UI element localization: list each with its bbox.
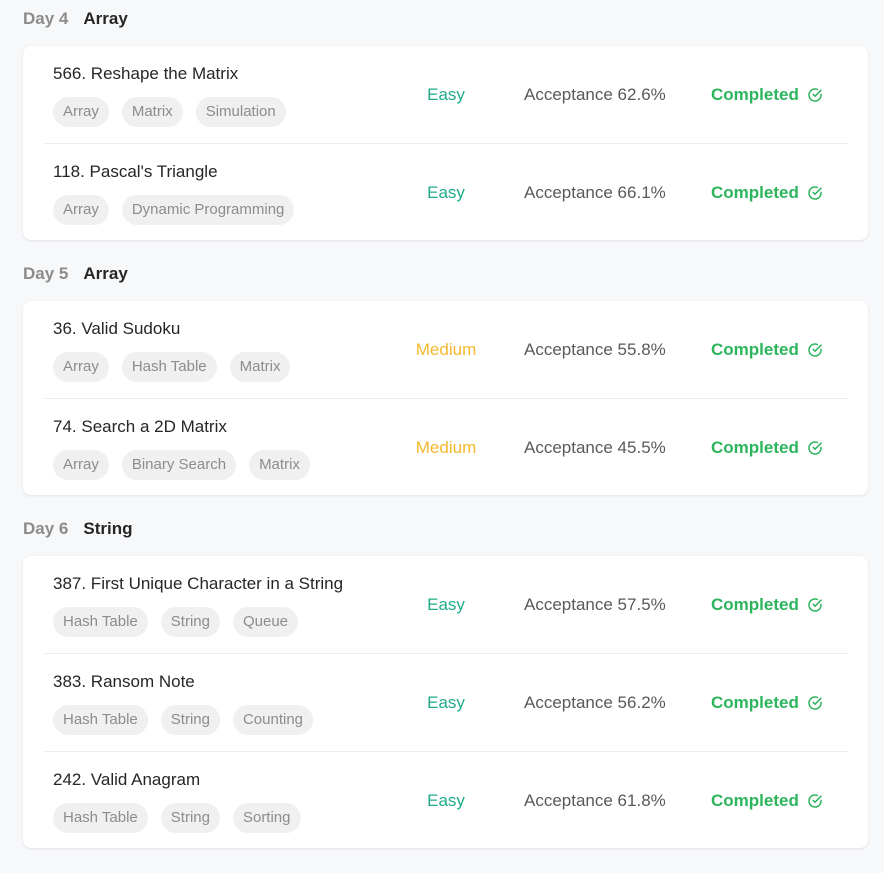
problem-card: 36. Valid Sudoku Array Hash Table Matrix Med… xyxy=(23,301,868,495)
day-topic: Array xyxy=(83,9,128,28)
tag-list: Array Dynamic Programming xyxy=(53,195,295,225)
problem-row[interactable]: 242. Valid Anagram Hash Table String Sortin… xyxy=(23,752,868,848)
difficulty-text: Easy xyxy=(427,693,465,712)
problem-card: 566. Reshape the Matrix Array Matrix Simula… xyxy=(23,46,868,240)
problem-title-link[interactable]: 566. Reshape the Matrix xyxy=(53,64,238,84)
difficulty-text: Medium xyxy=(415,340,477,359)
day-topic: Array xyxy=(83,264,128,283)
status-text: Completed xyxy=(711,791,799,810)
acceptance-rate: Acceptance 66.1% xyxy=(524,183,666,202)
topic-tag[interactable]: Dynamic Programming xyxy=(121,195,295,225)
problem-row[interactable]: 118. Pascal's Triangle Array Dynamic Progr… xyxy=(23,144,868,240)
problem-row[interactable]: 566. Reshape the Matrix Array Matrix Simula… xyxy=(23,46,868,144)
topic-tag[interactable]: Matrix xyxy=(229,352,291,382)
problem-row[interactable]: 383. Ransom Note Hash Table String Counting… xyxy=(23,654,868,752)
topic-tag[interactable]: Array xyxy=(53,195,109,225)
topic-tag[interactable]: Sorting xyxy=(232,803,301,833)
topic-tag[interactable]: Array xyxy=(53,450,109,480)
day-header: Day 4 Array xyxy=(23,8,128,30)
check-circle-icon xyxy=(807,597,823,613)
status-text: Completed xyxy=(711,340,799,359)
status-completed: Completed xyxy=(711,791,823,811)
topic-tag[interactable]: Array xyxy=(53,352,109,382)
check-circle-icon xyxy=(807,793,823,809)
day-header: Day 6 String xyxy=(23,518,132,540)
problem-title-link[interactable]: 74. Search a 2D Matrix xyxy=(53,417,227,437)
topic-tag[interactable]: Hash Table xyxy=(53,803,148,833)
topic-tag[interactable]: String xyxy=(160,607,220,637)
topic-tag[interactable]: Matrix xyxy=(249,450,310,480)
day-label: Day 4 xyxy=(23,9,69,28)
topic-tag[interactable]: Binary Search xyxy=(121,450,237,480)
difficulty-text: Medium xyxy=(415,438,477,457)
difficulty-text: Easy xyxy=(427,183,465,202)
tag-list: Hash Table String Counting xyxy=(53,705,314,735)
tag-list: Array Binary Search Matrix xyxy=(53,450,310,480)
acceptance-rate: Acceptance 57.5% xyxy=(524,595,666,614)
topic-tag[interactable]: Hash Table xyxy=(121,352,217,382)
tag-list: Array Hash Table Matrix xyxy=(53,352,291,382)
status-completed: Completed xyxy=(711,438,823,458)
topic-tag[interactable]: Counting xyxy=(232,705,314,735)
status-completed: Completed xyxy=(711,85,823,105)
tag-list: Hash Table String Queue xyxy=(53,607,299,637)
problem-title-link[interactable]: 387. First Unique Character in a String xyxy=(53,574,343,594)
status-text: Completed xyxy=(711,438,799,457)
status-completed: Completed xyxy=(711,183,823,203)
topic-tag[interactable]: Matrix xyxy=(121,97,183,127)
acceptance-rate: Acceptance 56.2% xyxy=(524,693,666,712)
day-header: Day 5 Array xyxy=(23,263,128,285)
difficulty-text: Easy xyxy=(427,85,465,104)
day-topic: String xyxy=(83,519,133,538)
tag-list: Hash Table String Sorting xyxy=(53,803,301,833)
status-completed: Completed xyxy=(711,693,823,713)
status-text: Completed xyxy=(711,85,799,104)
problem-card: 387. First Unique Character in a String H… xyxy=(23,556,868,848)
check-circle-icon xyxy=(807,695,823,711)
topic-tag[interactable]: Hash Table xyxy=(53,705,148,735)
topic-tag[interactable]: Hash Table xyxy=(53,607,148,637)
difficulty-text: Easy xyxy=(427,791,465,810)
topic-tag[interactable]: Queue xyxy=(232,607,299,637)
status-completed: Completed xyxy=(711,340,823,360)
day-label: Day 5 xyxy=(23,264,69,283)
acceptance-rate: Acceptance 61.8% xyxy=(524,791,666,810)
tag-list: Array Matrix Simulation xyxy=(53,97,286,127)
status-text: Completed xyxy=(711,183,799,202)
check-circle-icon xyxy=(807,185,823,201)
acceptance-rate: Acceptance 62.6% xyxy=(524,85,666,104)
problem-row[interactable]: 36. Valid Sudoku Array Hash Table Matrix Med… xyxy=(23,301,868,399)
status-text: Completed xyxy=(711,693,799,712)
problem-title-link[interactable]: 383. Ransom Note xyxy=(53,672,195,692)
check-circle-icon xyxy=(807,87,823,103)
topic-tag[interactable]: Array xyxy=(53,97,109,127)
status-completed: Completed xyxy=(711,595,823,615)
topic-tag[interactable]: String xyxy=(160,705,220,735)
problem-row[interactable]: 74. Search a 2D Matrix Array Binary Search… xyxy=(23,399,868,495)
day-label: Day 6 xyxy=(23,519,69,538)
status-text: Completed xyxy=(711,595,799,614)
problem-title-link[interactable]: 36. Valid Sudoku xyxy=(53,319,180,339)
topic-tag[interactable]: String xyxy=(160,803,220,833)
topic-tag[interactable]: Simulation xyxy=(195,97,286,127)
problem-title-link[interactable]: 242. Valid Anagram xyxy=(53,770,200,790)
acceptance-rate: Acceptance 45.5% xyxy=(524,438,666,457)
check-circle-icon xyxy=(807,440,823,456)
check-circle-icon xyxy=(807,342,823,358)
acceptance-rate: Acceptance 55.8% xyxy=(524,340,666,359)
problem-title-link[interactable]: 118. Pascal's Triangle xyxy=(53,162,218,182)
problem-row[interactable]: 387. First Unique Character in a String H… xyxy=(23,556,868,654)
difficulty-text: Easy xyxy=(427,595,465,614)
